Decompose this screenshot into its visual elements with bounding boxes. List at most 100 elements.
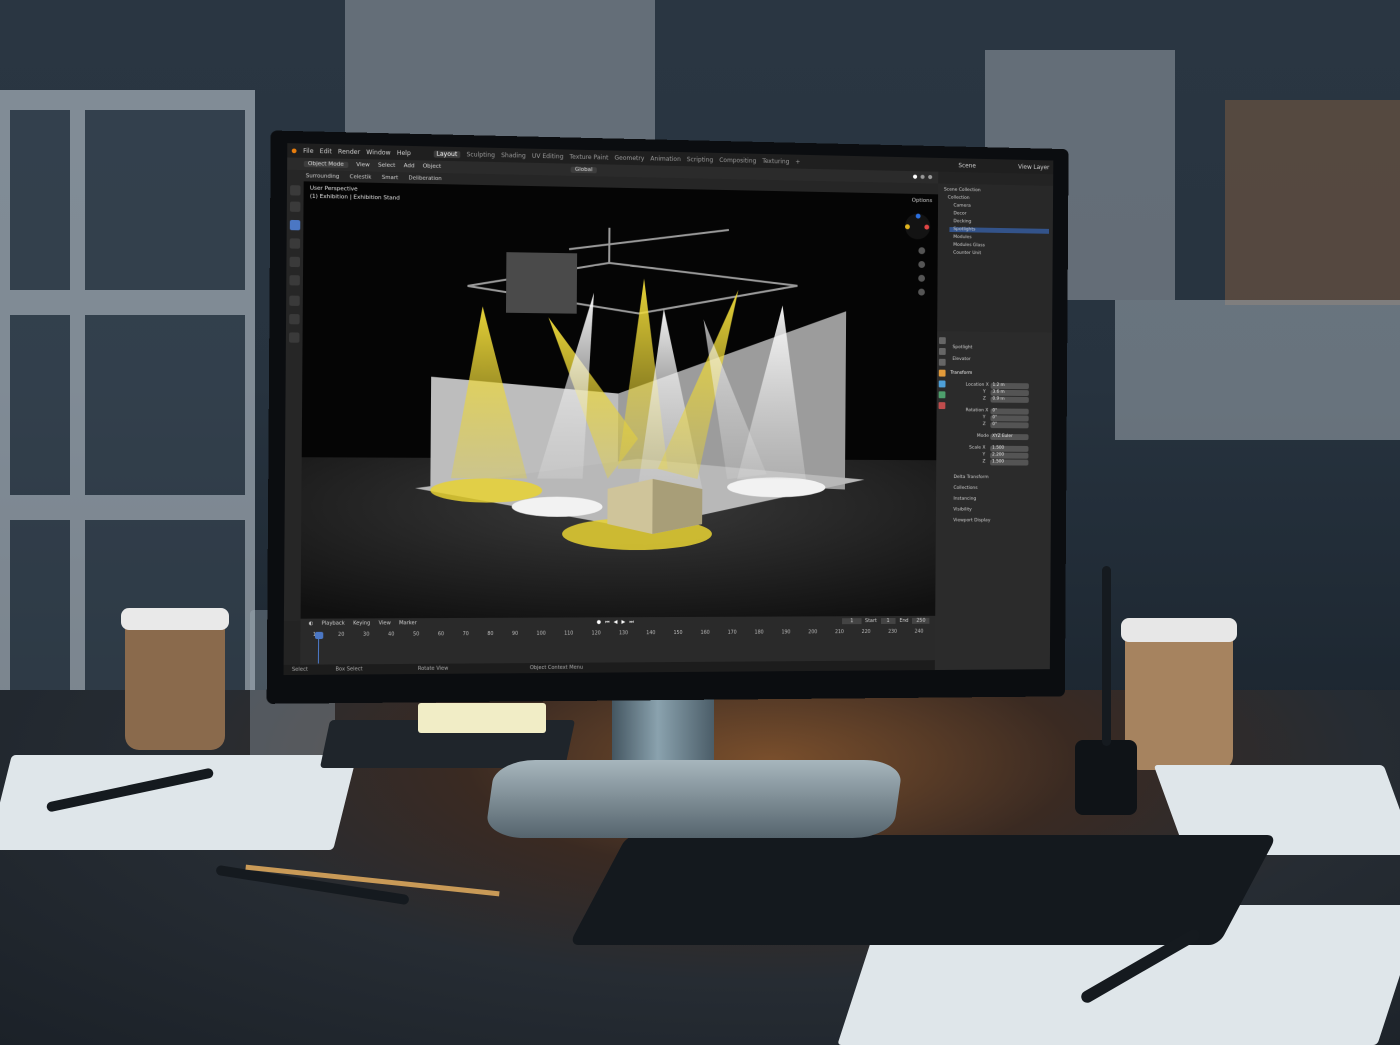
rotation-x-field[interactable]: 0°	[990, 408, 1029, 415]
menu-view[interactable]: View	[356, 162, 370, 168]
shading-material-icon[interactable]: ●	[920, 174, 925, 180]
outliner-item-decking[interactable]: Decking	[953, 219, 971, 224]
tab-uv-editing[interactable]: UV Editing	[532, 152, 564, 160]
jump-start-icon[interactable]: ⏮	[605, 619, 610, 625]
record-icon[interactable]: ●	[597, 619, 601, 625]
visibility-section[interactable]: Visibility	[953, 508, 972, 513]
data-name[interactable]: Elevator	[952, 357, 970, 362]
play-reverse-icon[interactable]: ◀	[614, 619, 618, 625]
cursor-tool-icon[interactable]	[289, 201, 301, 212]
outliner-item-modules[interactable]: Modules	[953, 235, 971, 240]
collections-section[interactable]: Collections	[953, 486, 977, 491]
transform-section[interactable]: Transform	[950, 371, 972, 376]
menu-keying[interactable]: Keying	[353, 620, 370, 626]
viewport-display-section[interactable]: Viewport Display	[953, 518, 990, 523]
tool-setting[interactable]: Deliberation	[408, 175, 441, 182]
scene-tab-icon[interactable]	[938, 358, 946, 366]
jump-end-icon[interactable]: ⏭	[629, 619, 634, 625]
add-cube-tool-icon[interactable]	[289, 332, 300, 343]
end-frame-field[interactable]: 250	[912, 617, 930, 624]
menu-object[interactable]: Object	[423, 163, 441, 169]
menu-marker[interactable]: Marker	[399, 620, 417, 626]
timeline-editor-icon[interactable]: ◐	[309, 621, 314, 627]
scale-x-field[interactable]: 1.500	[990, 445, 1029, 452]
blender-logo-icon[interactable]: ●	[291, 147, 297, 154]
scale-tool-icon[interactable]	[289, 256, 301, 268]
rotation-y-field[interactable]: 0°	[990, 415, 1029, 422]
menu-edit[interactable]: Edit	[320, 147, 332, 154]
modifier-tab-icon[interactable]	[938, 380, 946, 388]
material-tab-icon[interactable]	[938, 402, 946, 410]
shading-render-icon[interactable]: ●	[928, 174, 933, 180]
play-icon[interactable]: ▶	[621, 619, 625, 625]
wall-poster	[345, 0, 655, 150]
output-tab-icon[interactable]	[938, 347, 946, 355]
measure-tool-icon[interactable]	[289, 313, 300, 325]
status-box-select: Box Select	[335, 666, 363, 673]
outliner-item-spotlights[interactable]: Spotlights	[949, 227, 1050, 234]
tab-compositing[interactable]: Compositing	[719, 156, 756, 164]
render-tab-icon[interactable]	[939, 337, 946, 345]
tab-texturing[interactable]: Texturing	[762, 157, 789, 165]
menu-render[interactable]: Render	[338, 148, 360, 156]
transform-tool-icon[interactable]	[289, 275, 300, 286]
pen-stand	[1075, 740, 1137, 815]
location-x-field[interactable]: 1.2 m	[990, 382, 1029, 390]
menu-window[interactable]: Window	[366, 149, 390, 157]
tab-layout[interactable]: Layout	[433, 150, 461, 158]
shading-solid-icon[interactable]: ●	[913, 174, 918, 180]
rotate-tool-icon[interactable]	[289, 238, 301, 249]
delta-transform-section[interactable]: Delta Transform	[953, 475, 988, 480]
location-z-field[interactable]: 0.9 m	[990, 396, 1029, 403]
annotate-tool-icon[interactable]	[289, 295, 300, 306]
outliner-scene-collection[interactable]: Scene Collection	[944, 188, 981, 194]
timeline-tick: 70	[462, 632, 469, 638]
menu-select[interactable]: Select	[378, 163, 395, 169]
location-y-field[interactable]: 3.6 m	[990, 389, 1029, 397]
timeline-tick: 80	[487, 631, 494, 638]
timeline-ruler[interactable]: 1020304050607080901001101201301401501601…	[313, 630, 924, 641]
add-workspace-icon[interactable]: +	[795, 158, 800, 165]
tool-setting[interactable]: Smart	[382, 174, 399, 180]
outliner-collection[interactable]: Collection	[948, 196, 970, 201]
scale-y-field[interactable]: 2.200	[990, 452, 1029, 459]
tool-setting[interactable]: Celestik	[350, 174, 372, 181]
view-layer-selector[interactable]: View Layer	[1018, 163, 1049, 171]
scale-z-field[interactable]: 1.500	[990, 459, 1029, 466]
tab-geometry[interactable]: Geometry	[614, 154, 644, 162]
data-tab-icon[interactable]	[938, 391, 946, 399]
timeline-tick: 220	[861, 629, 871, 635]
outliner-item-modules-glass[interactable]: Modules Glass	[953, 243, 985, 248]
object-name[interactable]: Spotlight	[952, 345, 972, 350]
menu-playback[interactable]: Playback	[322, 621, 345, 627]
tool-setting[interactable]: Surrounding	[306, 173, 340, 180]
current-frame-field[interactable]: 1	[842, 618, 862, 625]
orientation-dropdown[interactable]: Global	[570, 166, 597, 174]
instancing-section[interactable]: Instancing	[953, 497, 976, 502]
menu-help[interactable]: Help	[397, 149, 411, 156]
scale-label: Scale X	[969, 445, 986, 451]
scene-selector[interactable]: Scene	[958, 162, 976, 169]
rotation-mode-dropdown[interactable]: XYZ Euler	[990, 433, 1029, 441]
menu-file[interactable]: File	[303, 147, 313, 154]
outliner-item-counter-unit[interactable]: Counter Unit	[953, 251, 981, 256]
move-tool-icon[interactable]	[289, 219, 301, 231]
outliner-item-camera[interactable]: Camera	[953, 204, 970, 209]
exhibition-stand-scene	[300, 181, 937, 619]
tab-animation[interactable]: Animation	[650, 155, 681, 163]
tab-sculpting[interactable]: Sculpting	[466, 151, 495, 159]
start-frame-field[interactable]: 1	[880, 617, 896, 624]
rotation-z-field[interactable]: 0°	[990, 422, 1029, 429]
object-tab-icon[interactable]	[938, 369, 946, 377]
tab-shading[interactable]: Shading	[501, 152, 526, 160]
playhead[interactable]	[314, 631, 324, 640]
status-rotate: Rotate View	[417, 665, 449, 672]
select-tool-icon[interactable]	[290, 185, 301, 196]
tab-texture-paint[interactable]: Texture Paint	[569, 153, 608, 161]
3d-viewport[interactable]: User Perspective (1) Exhibition | Exhibi…	[300, 181, 939, 619]
mode-dropdown[interactable]: Object Mode	[303, 160, 348, 168]
menu-view-timeline[interactable]: View	[379, 620, 391, 626]
menu-add[interactable]: Add	[404, 163, 415, 169]
tab-scripting[interactable]: Scripting	[687, 156, 714, 164]
outliner-item-decor[interactable]: Decor	[953, 211, 966, 216]
